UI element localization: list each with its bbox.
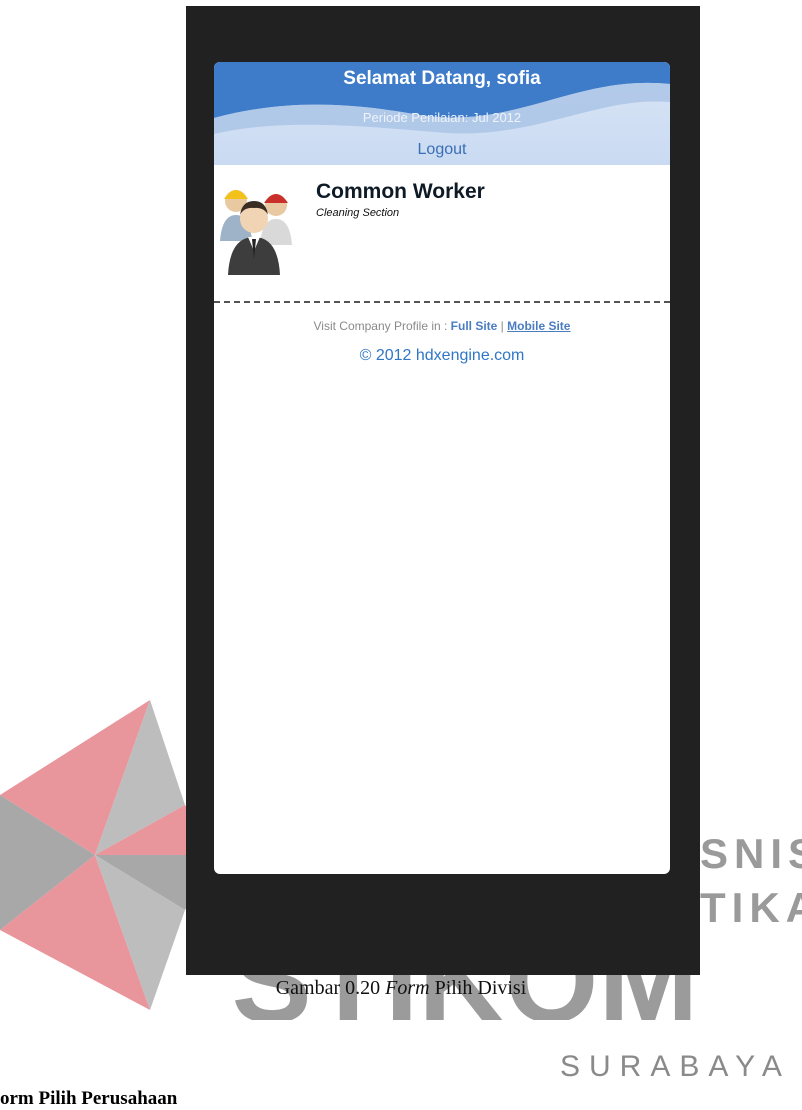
figure-caption: Gambar 0.20 Form Pilih Divisi (0, 977, 802, 1000)
caption-prefix: Gambar 0.20 (275, 977, 386, 999)
division-subtitle: Cleaning Section (316, 207, 400, 219)
period-text: Periode Penilaian: Jul 2012 (362, 110, 522, 125)
full-site-link[interactable]: Full Site (451, 319, 498, 333)
dashed-divider (214, 301, 670, 303)
visit-company-profile: Visit Company Profile in : Full Site | M… (214, 319, 670, 333)
link-separator: | (497, 319, 508, 333)
section-heading: orm Pilih Perusahaan (0, 1088, 178, 1109)
welcome-text: Selamat Datang, sofia (343, 68, 541, 89)
logout-link[interactable]: Logout (214, 141, 670, 159)
workers-group-icon (220, 190, 292, 275)
visit-prefix: Visit Company Profile in : (313, 319, 451, 333)
caption-suffix: Pilih Divisi (429, 977, 527, 999)
mobile-site-link[interactable]: Mobile Site (507, 319, 570, 333)
copyright-text: © 2012 hdxengine.com (359, 347, 525, 364)
caption-italic: Form (385, 977, 430, 999)
division-title[interactable]: Common Worker (316, 180, 485, 204)
phone-frame: Selamat Datang, sofia Periode Penilaian:… (186, 6, 700, 975)
mobile-screen: Selamat Datang, sofia Periode Penilaian:… (214, 62, 670, 874)
watermark-text-right-1: SNIS (700, 830, 802, 877)
watermark-text-right-2: TIKA (700, 884, 802, 931)
welcome-header: Selamat Datang, sofia Periode Penilaian:… (214, 62, 670, 165)
watermark-city: SURABAYA (560, 1050, 791, 1083)
division-item[interactable]: Common Worker Cleaning Section (214, 165, 670, 301)
